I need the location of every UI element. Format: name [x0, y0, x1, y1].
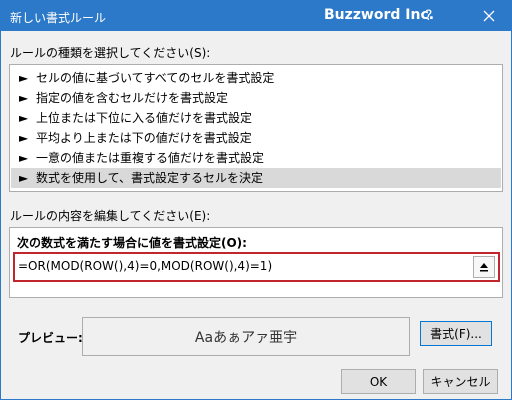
rule-type-item-label: セルの値に基づいてすべてのセルを書式設定 — [36, 71, 275, 85]
ok-button[interactable]: OK — [341, 369, 416, 394]
rule-type-item-label: 一意の値または重複する値だけを書式設定 — [36, 151, 265, 165]
rule-type-item[interactable]: ► 平均より上または下の値だけを書式設定 — [11, 128, 501, 148]
format-button[interactable]: 書式(F)... — [420, 321, 492, 346]
arrow-right-icon: ► — [19, 151, 29, 165]
close-button[interactable] — [467, 1, 511, 31]
preview-box: Aaあぁアァ亜宇 — [82, 317, 410, 356]
arrow-right-icon: ► — [19, 91, 29, 105]
formula-input[interactable] — [18, 257, 466, 275]
arrow-right-icon: ► — [19, 71, 29, 85]
rule-type-item[interactable]: ► 上位または下位に入る値だけを書式設定 — [11, 108, 501, 128]
preview-sample-text: Aaあぁアァ亜宇 — [194, 329, 298, 346]
rule-edit-label: ルールの内容を編集してください(E): — [10, 209, 211, 223]
rule-type-item-label: 数式を使用して、書式設定するセルを決定 — [36, 171, 264, 185]
cancel-button[interactable]: キャンセル — [423, 369, 498, 394]
arrow-right-icon: ► — [19, 131, 29, 145]
new-formatting-rule-dialog: 新しい書式ルール Buzzword Inc. ? ルールの種類を選択してください… — [0, 0, 512, 400]
arrow-right-icon: ► — [19, 111, 29, 125]
preview-label: プレビュー: — [18, 331, 83, 345]
title-bar: 新しい書式ルール Buzzword Inc. ? — [1, 1, 511, 31]
collapse-dialog-icon — [480, 263, 488, 272]
formula-field-container — [13, 252, 500, 282]
rule-type-item[interactable]: ► 指定の値を含むセルだけを書式設定 — [11, 88, 501, 108]
arrow-right-icon: ► — [19, 171, 29, 185]
collapse-dialog-button[interactable] — [473, 256, 495, 278]
rule-type-item-selected[interactable]: ► 数式を使用して、書式設定するセルを決定 — [11, 168, 501, 188]
rule-type-label: ルールの種類を選択してください(S): — [10, 46, 211, 60]
rule-type-item-label: 上位または下位に入る値だけを書式設定 — [36, 111, 253, 125]
close-icon — [483, 10, 495, 22]
formula-heading: 次の数式を満たす場合に値を書式設定(O): — [17, 236, 247, 250]
dialog-title: 新しい書式ルール — [10, 11, 107, 25]
rule-type-item-label: 平均より上または下の値だけを書式設定 — [36, 131, 252, 145]
rule-type-item-label: 指定の値を含むセルだけを書式設定 — [36, 91, 229, 105]
help-button[interactable]: ? — [425, 8, 432, 24]
rule-type-item[interactable]: ► セルの値に基づいてすべてのセルを書式設定 — [11, 68, 501, 88]
rule-type-list[interactable]: ► セルの値に基づいてすべてのセルを書式設定 ► 指定の値を含むセルだけを書式設… — [9, 64, 503, 192]
rule-type-item[interactable]: ► 一意の値または重複する値だけを書式設定 — [11, 148, 501, 168]
brand-label: Buzzword Inc. — [324, 7, 435, 23]
